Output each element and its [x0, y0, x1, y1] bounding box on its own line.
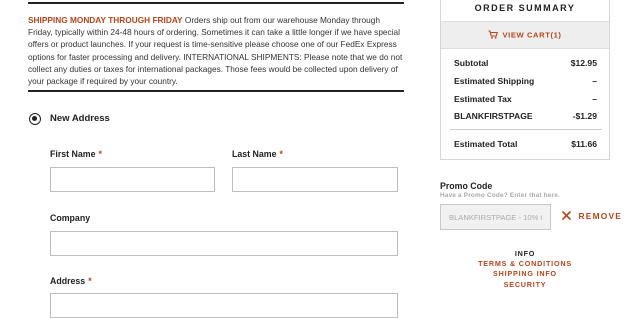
summary-row-subtotal: Subtotal $12.95 [454, 58, 597, 70]
remove-label: REMOVE [578, 211, 623, 221]
notice-top-divider [28, 2, 404, 4]
last-name-field[interactable] [232, 167, 398, 192]
shopping-cart-icon [488, 30, 499, 41]
summary-row-discount: BLANKFIRSTPAGE -$1.29 [454, 111, 597, 123]
view-cart-button[interactable]: VIEW CART(1) [441, 30, 609, 41]
shipping-notice: SHIPPING MONDAY THROUGH FRIDAY Orders sh… [28, 14, 406, 87]
last-name-label: Last Name * [232, 149, 283, 159]
first-name-label-text: First Name [50, 149, 96, 159]
summary-row-tax: Estimated Tax – [454, 94, 597, 106]
promo-code-input[interactable] [440, 204, 551, 230]
company-label: Company [50, 213, 91, 223]
required-mark: * [279, 149, 283, 159]
view-cart-bar: VIEW CART(1) [441, 21, 609, 49]
close-x-icon [562, 211, 579, 221]
summary-row-label: Estimated Shipping [454, 76, 535, 86]
view-cart-label: VIEW CART(1) [502, 30, 562, 40]
summary-row-value: $12.95 [570, 58, 597, 68]
new-address-radio[interactable] [29, 113, 41, 125]
last-name-label-text: Last Name [232, 149, 277, 159]
new-address-label[interactable]: New Address [50, 113, 110, 124]
remove-promo-button[interactable]: REMOVE [562, 211, 622, 221]
summary-row-label: BLANKFIRSTPAGE [454, 111, 533, 121]
first-name-field[interactable] [50, 167, 215, 192]
footer-link-terms[interactable]: TERMS & CONDITIONS [470, 259, 580, 268]
summary-row-shipping: Estimated Shipping – [454, 76, 597, 88]
summary-row-value: -$1.29 [572, 111, 597, 121]
summary-row-total: Estimated Total $11.66 [454, 139, 597, 151]
promo-code-label: Promo Code [440, 181, 493, 191]
address-label: Address * [50, 276, 92, 286]
notice-bottom-divider [28, 90, 404, 92]
required-mark: * [88, 276, 92, 286]
summary-divider [450, 129, 602, 130]
summary-row-value: – [592, 94, 597, 104]
notice-body: Orders ship out from our warehouse Monda… [28, 15, 403, 87]
promo-code-hint: Have a Promo Code? Enter that here. [440, 192, 560, 199]
summary-row-label: Estimated Tax [454, 94, 512, 104]
footer-link-security[interactable]: SECURITY [470, 280, 580, 289]
summary-row-label: Subtotal [454, 58, 489, 68]
footer-link-shipping-info[interactable]: SHIPPING INFO [470, 269, 580, 278]
required-mark: * [98, 149, 102, 159]
total-label: Estimated Total [454, 139, 518, 149]
address-field[interactable] [50, 293, 398, 318]
radio-selected-dot [32, 116, 37, 121]
total-value: $11.66 [571, 139, 597, 149]
address-label-text: Address [50, 276, 86, 286]
notice-heading: SHIPPING MONDAY THROUGH FRIDAY [28, 15, 183, 25]
company-field[interactable] [50, 231, 398, 256]
summary-row-value: – [592, 76, 597, 86]
footer-info-heading: INFO [514, 249, 536, 258]
first-name-label: First Name * [50, 149, 102, 159]
order-summary-title: ORDER SUMMARY [474, 3, 576, 13]
